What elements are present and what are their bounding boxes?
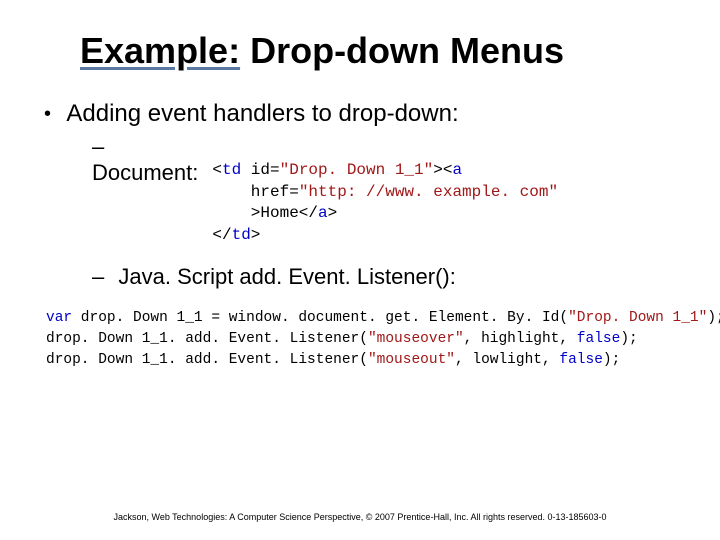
slide-footer: Jackson, Web Technologies: A Computer Sc…: [0, 512, 720, 522]
bullet-main: Adding event handlers to drop-down: Docu…: [44, 100, 680, 290]
sub-js-method: add. Event. Listener(): [239, 264, 449, 289]
title-rest: Drop-down Menus: [240, 30, 564, 71]
sub-bullet-javascript: Java. Script add. Event. Listener():: [92, 264, 680, 290]
sub-bullet-list: Document: <td id="Drop. Down 1_1"><a hre…: [92, 134, 680, 290]
code-html-snippet: <td id="Drop. Down 1_1"><a href="http: /…: [212, 160, 558, 246]
bullet-main-text: Adding event handlers to drop-down:: [66, 100, 458, 127]
sub-bullet-document: Document: <td id="Drop. Down 1_1"><a hre…: [92, 134, 680, 246]
title-underlined: Example:: [80, 30, 240, 71]
sub-js-prefix: Java. Script: [118, 264, 239, 289]
sub-js-suffix: :: [450, 264, 456, 289]
bullet-list: Adding event handlers to drop-down: Docu…: [44, 100, 680, 290]
slide: Example: Drop-down Menus Adding event ha…: [0, 0, 720, 540]
slide-title: Example: Drop-down Menus: [80, 30, 680, 72]
sub-label-document: Document:: [92, 160, 198, 186]
code-js-snippet: var drop. Down 1_1 = window. document. g…: [46, 308, 680, 371]
